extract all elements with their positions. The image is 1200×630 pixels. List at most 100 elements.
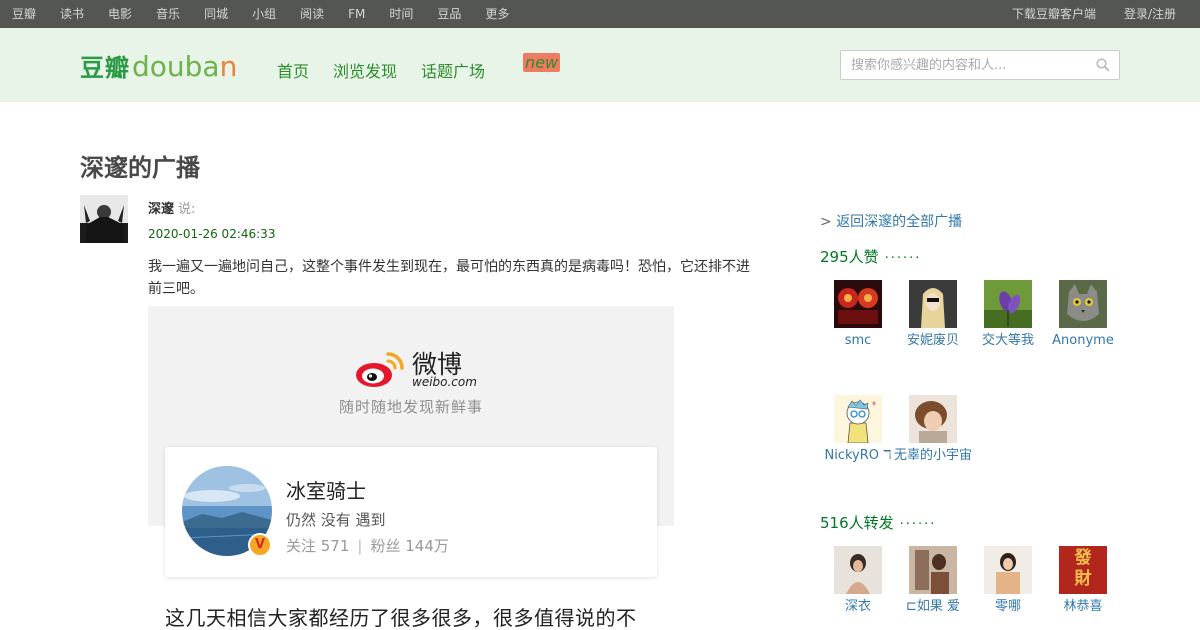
global-nav-time[interactable]: 时间 [389,0,413,28]
verified-badge: V [248,533,272,557]
avatar-image [984,280,1032,328]
global-nav-movie[interactable]: 电影 [108,0,132,28]
resharer-item[interactable]: ⊏如果 爱 [893,546,973,616]
status-time[interactable]: 2020-01-26 02:46:33 [148,227,275,241]
global-nav: 豆瓣 读书 电影 音乐 同城 小组 阅读 FM 时间 豆品 更多 下载豆瓣客户端… [0,0,1200,28]
resharer-item[interactable]: 零哪 [968,546,1048,616]
weibo-wordmark: 微博 weibo.com [412,349,477,389]
logo-cn-text: 豆瓣 [80,54,130,82]
profile-stats: 关注 571 | 粉丝 144万 [286,535,449,556]
stats-separator: | [357,537,363,555]
logo-en-part: douba [132,50,220,83]
new-badge: new [523,53,561,72]
liker-avatar[interactable] [909,395,957,443]
nav-explore[interactable]: 浏览发现 [333,58,397,82]
weibo-en: weibo.com [412,374,477,389]
site-header: 豆瓣 douban 首页 浏览发现 话题广场 new [0,28,1200,102]
back-link-label: 返回深邃的全部广播 [836,214,963,230]
back-to-all-link[interactable]: > 返回深邃的全部广播 [820,211,962,231]
resharer-avatar[interactable]: 發財 [1059,546,1107,594]
profile-name: 冰室骑士 [286,479,366,503]
logo-en-part-accent: n [219,50,238,83]
global-nav-more[interactable]: 更多 [485,0,509,28]
nav-topics-label: 话题广场 [421,62,486,81]
resharer-avatar[interactable] [909,546,957,594]
avatar-image [909,280,957,328]
resharer-avatar[interactable] [984,546,1032,594]
reshare-more[interactable]: ······ [900,517,937,532]
card-body-text: 这几天相信大家都经历了很多很多，很多值得说的不 [165,606,637,630]
said-label: 说: [178,202,196,217]
nav-home[interactable]: 首页 [277,58,309,82]
avatar-image [984,546,1032,594]
global-nav-music[interactable]: 音乐 [156,0,180,28]
liker-avatar[interactable] [984,280,1032,328]
liker-name[interactable]: 安妮废贝 [893,332,973,350]
liker-avatar[interactable] [1059,280,1107,328]
author-avatar[interactable] [80,195,128,243]
download-app-link[interactable]: 下载豆瓣客户端 [1012,0,1096,28]
status-text: 我一遍又一遍地问自己，这整个事件发生到现在，最可怕的东西真的是病毒吗！恐怕，它还… [148,259,750,297]
resharer-name[interactable]: 零哪 [968,598,1048,616]
resharer-item[interactable]: 發財 林恭喜 [1043,546,1123,616]
weibo-eye-icon [356,352,404,387]
main-nav: 首页 浏览发现 话题广场 new [277,53,594,82]
profile-followers: 粉丝 144万 [370,537,449,555]
weibo-profile-card: V 冰室骑士 仍然 没有 遇到 关注 571 | 粉丝 144万 [165,447,657,577]
reshare-count: 516人转发 [820,514,894,532]
douban-logo[interactable]: 豆瓣 douban [80,48,237,88]
global-nav-group[interactable]: 小组 [252,0,276,28]
liker-item[interactable]: 无辜的小宇宙 [893,395,973,465]
profile-following: 关注 571 [286,537,350,555]
login-register-link[interactable]: 登录/注册 [1124,0,1176,28]
global-nav-read[interactable]: 阅读 [300,0,324,28]
shared-image[interactable]: 微博 weibo.com 随时随地发现新鲜事 V 冰室骑士 仍然 没有 遇到 关… [148,306,674,630]
liker-item[interactable]: NickyRO ℸ [818,395,898,465]
avatar-image [909,546,957,594]
liker-name[interactable]: 无辜的小宇宙 [893,447,973,465]
liker-name[interactable]: NickyRO ℸ [818,447,898,465]
global-nav-location[interactable]: 同城 [204,0,228,28]
global-nav-market[interactable]: 豆品 [437,0,461,28]
liker-item[interactable]: 交大等我 [968,280,1048,350]
fa-cai-image: 發財 [1074,548,1092,589]
liker-name[interactable]: Anonyme [1043,332,1123,350]
liker-item[interactable]: 安妮废贝 [893,280,973,350]
arrow-icon: > [820,214,837,230]
weibo-cn: 微博 [412,349,463,379]
avatar-image [909,395,957,443]
resharer-name[interactable]: ⊏如果 爱 [893,598,973,616]
profile-desc: 仍然 没有 遇到 [286,511,386,529]
global-nav-fm[interactable]: FM [348,0,365,28]
liker-avatar[interactable] [834,395,882,443]
global-nav-douban[interactable]: 豆瓣 [12,0,36,28]
global-nav-right: 下载豆瓣客户端 登录/注册 [984,0,1176,28]
likes-count: 295人赞 [820,248,879,266]
liker-avatar[interactable] [834,280,882,328]
likes-section-title: 295人赞 ······ [820,246,921,267]
global-nav-links: 豆瓣 读书 电影 音乐 同城 小组 阅读 FM 时间 豆品 更多 [12,0,533,28]
author-name[interactable]: 深邃 [148,202,174,217]
reshare-section-title: 516人转发 ······ [820,512,936,533]
search-input[interactable] [841,51,1081,79]
avatar-image [834,395,882,443]
liker-name[interactable]: 交大等我 [968,332,1048,350]
avatar-image [834,546,882,594]
resharer-item[interactable]: 深衣 [818,546,898,616]
liker-item[interactable]: smc [818,280,898,350]
liker-item[interactable]: Anonyme [1043,280,1123,350]
logo-en-text: douban [132,50,237,83]
resharer-name[interactable]: 深衣 [818,598,898,616]
global-nav-book[interactable]: 读书 [60,0,84,28]
resharer-name[interactable]: 林恭喜 [1043,598,1123,616]
resharer-avatar[interactable] [834,546,882,594]
liker-avatar[interactable] [909,280,957,328]
avatar-image [80,195,128,243]
avatar-image [834,280,882,328]
search-box [840,50,1120,80]
likes-more[interactable]: ······ [885,251,922,266]
liker-name[interactable]: smc [818,332,898,350]
page-title: 深邃的广播 [80,154,200,182]
search-icon[interactable] [1096,58,1110,72]
nav-topics[interactable]: 话题广场 new [421,53,570,82]
